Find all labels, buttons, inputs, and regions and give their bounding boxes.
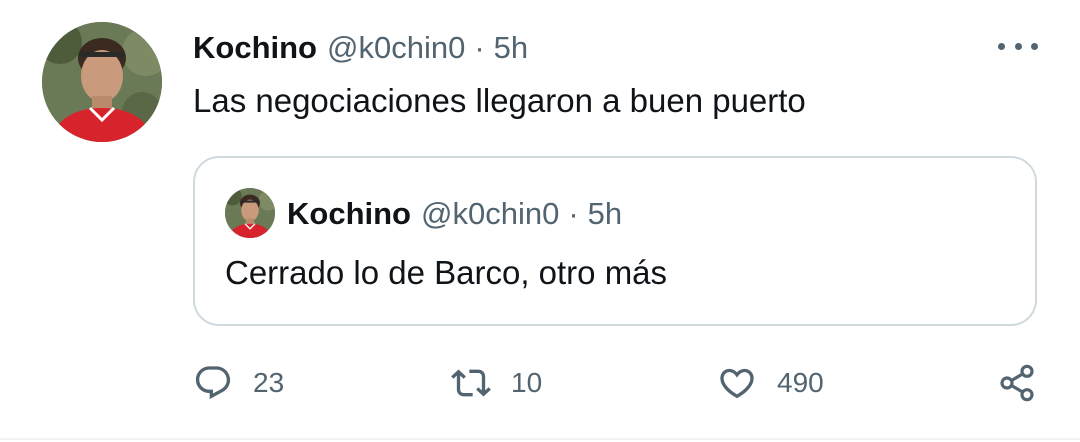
quoted-tweet-time[interactable]: 5h [588, 196, 622, 232]
share-button[interactable] [997, 358, 1037, 408]
quoted-tweet-text: Cerrado lo de Barco, otro más [225, 254, 668, 291]
divider [0, 438, 1080, 440]
more-horizontal-icon [998, 42, 1005, 50]
avatar[interactable] [42, 22, 162, 142]
like-count: 490 [777, 367, 824, 398]
author-handle[interactable]: @k0chin0 [327, 30, 465, 66]
separator-dot: · [474, 30, 485, 65]
tweet-card[interactable]: Kochino @k0chin0 · 5h Las negociaciones … [0, 0, 1080, 442]
more-horizontal-icon [1014, 42, 1022, 50]
quoted-author-name[interactable]: Kochino [287, 196, 411, 232]
share-icon [1000, 364, 1034, 402]
heart-icon [720, 368, 754, 399]
retweet-button[interactable]: 10 [451, 358, 542, 408]
quoted-avatar[interactable] [225, 188, 275, 238]
reply-icon [195, 366, 231, 400]
like-button[interactable]: 490 [717, 358, 824, 408]
tweet-time[interactable]: 5h [494, 30, 528, 66]
more-horizontal-icon [1031, 42, 1038, 50]
tweet-actions: 23 10 490 [193, 358, 1043, 408]
tweet-text: Las negociaciones llegaron a buen puerto [193, 82, 806, 119]
quoted-separator-dot: · [568, 196, 579, 231]
more-options-button[interactable] [998, 36, 1038, 56]
reply-count: 23 [253, 367, 285, 398]
quoted-header: Kochino @k0chin0 · 5h [287, 192, 622, 236]
quoted-author-handle[interactable]: @k0chin0 [421, 196, 559, 232]
retweet-icon [451, 369, 491, 397]
tweet-header: Kochino @k0chin0 · 5h [193, 26, 528, 70]
author-name[interactable]: Kochino [193, 30, 317, 66]
reply-button[interactable]: 23 [193, 358, 284, 408]
retweet-count: 10 [511, 367, 543, 398]
quoted-tweet[interactable]: Kochino @k0chin0 · 5h Cerrado lo de Barc… [193, 156, 1037, 326]
